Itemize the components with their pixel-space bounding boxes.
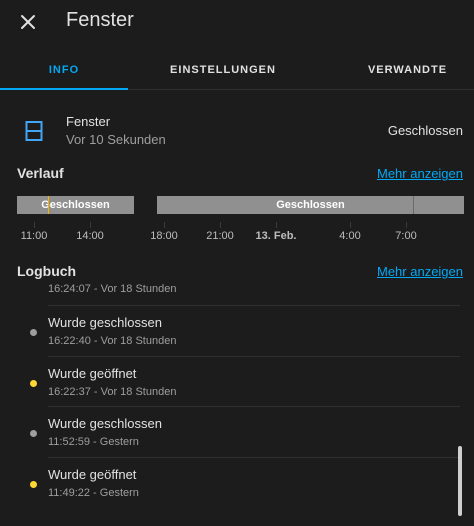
tick-label: 18:00 xyxy=(150,230,178,242)
history-timeline[interactable]: Geschlossen Geschlossen xyxy=(17,196,464,216)
tick-label: 21:00 xyxy=(206,230,234,242)
log-entry-time: 16:22:40 - Vor 18 Stunden xyxy=(48,335,177,347)
status-dot xyxy=(30,481,37,488)
log-entry[interactable]: Wurde geschlossen 11:52:59 - Gestern xyxy=(0,406,474,456)
entity-last-changed: Vor 10 Sekunden xyxy=(66,132,166,147)
timeline-separator xyxy=(413,196,414,214)
timeline-segment-label: Geschlossen xyxy=(276,199,345,211)
window-closed-icon xyxy=(25,121,43,141)
tab-settings[interactable]: EINSTELLUNGEN xyxy=(148,50,298,90)
tick-mark xyxy=(220,222,221,228)
history-more-link[interactable]: Mehr anzeigen xyxy=(377,166,463,181)
status-dot xyxy=(30,380,37,387)
logbook-more-link[interactable]: Mehr anzeigen xyxy=(377,264,463,279)
log-entry[interactable]: Wurde geöffnet 16:22:37 - Vor 18 Stunden xyxy=(0,356,474,406)
close-icon xyxy=(21,15,35,29)
active-tab-indicator xyxy=(0,88,128,90)
status-dot xyxy=(30,430,37,437)
tab-related[interactable]: VERWANDTE xyxy=(350,50,465,90)
entity-name: Fenster xyxy=(66,114,111,129)
dialog-title: Fenster xyxy=(66,9,134,31)
timeline-open-marker xyxy=(48,196,49,214)
logbook-list[interactable]: 16:24:07 - Vor 18 Stunden Wurde geschlos… xyxy=(0,284,474,526)
timeline-segment-closed[interactable]: Geschlossen xyxy=(157,196,464,214)
logbook-scrollbar[interactable] xyxy=(458,446,462,516)
log-divider xyxy=(48,457,460,458)
tick-mark xyxy=(90,222,91,228)
tick-label: 11:00 xyxy=(20,230,48,242)
log-divider xyxy=(48,356,460,357)
tick-mark xyxy=(276,222,277,228)
timeline-segment-label: Geschlossen xyxy=(41,199,110,211)
close-button[interactable] xyxy=(14,8,42,36)
tab-info[interactable]: INFO xyxy=(0,50,128,90)
log-entry[interactable]: Wurde geschlossen 16:22:40 - Vor 18 Stun… xyxy=(0,305,474,355)
tick-mark xyxy=(164,222,165,228)
dialog-header: Fenster xyxy=(0,0,474,44)
log-entry-time: 11:52:59 - Gestern xyxy=(48,436,139,448)
log-divider xyxy=(48,305,460,306)
log-entry-partial-time: 16:24:07 - Vor 18 Stunden xyxy=(48,284,177,295)
logbook-title: Logbuch xyxy=(17,263,77,279)
tick-label: 14:00 xyxy=(76,230,104,242)
tick-label: 7:00 xyxy=(395,230,417,242)
log-entry[interactable]: Wurde geöffnet 11:49:22 - Gestern xyxy=(0,457,474,507)
tick-label-date: 13. Feb. xyxy=(255,230,297,242)
tick-mark xyxy=(406,222,407,228)
status-dot xyxy=(30,329,37,336)
tick-mark xyxy=(350,222,351,228)
log-entry-title: Wurde geöffnet xyxy=(48,467,137,482)
log-divider xyxy=(48,406,460,407)
log-entry-title: Wurde geöffnet xyxy=(48,366,137,381)
timeline-segment-closed[interactable]: Geschlossen xyxy=(17,196,134,214)
entity-row[interactable]: Fenster Vor 10 Sekunden Geschlossen xyxy=(0,108,474,152)
timeline-axis: 11:00 14:00 18:00 21:00 13. Feb. 4:00 7:… xyxy=(0,222,474,246)
tick-mark xyxy=(34,222,35,228)
tab-bar: INFO EINSTELLUNGEN VERWANDTE xyxy=(0,50,474,90)
log-entry-time: 11:49:22 - Gestern xyxy=(48,487,139,499)
log-entry-time: 16:22:37 - Vor 18 Stunden xyxy=(48,386,177,398)
log-entry-title: Wurde geschlossen xyxy=(48,315,162,330)
log-entry-title: Wurde geschlossen xyxy=(48,416,162,431)
entity-state: Geschlossen xyxy=(387,123,463,138)
history-title: Verlauf xyxy=(17,165,64,181)
tick-label: 4:00 xyxy=(339,230,361,242)
